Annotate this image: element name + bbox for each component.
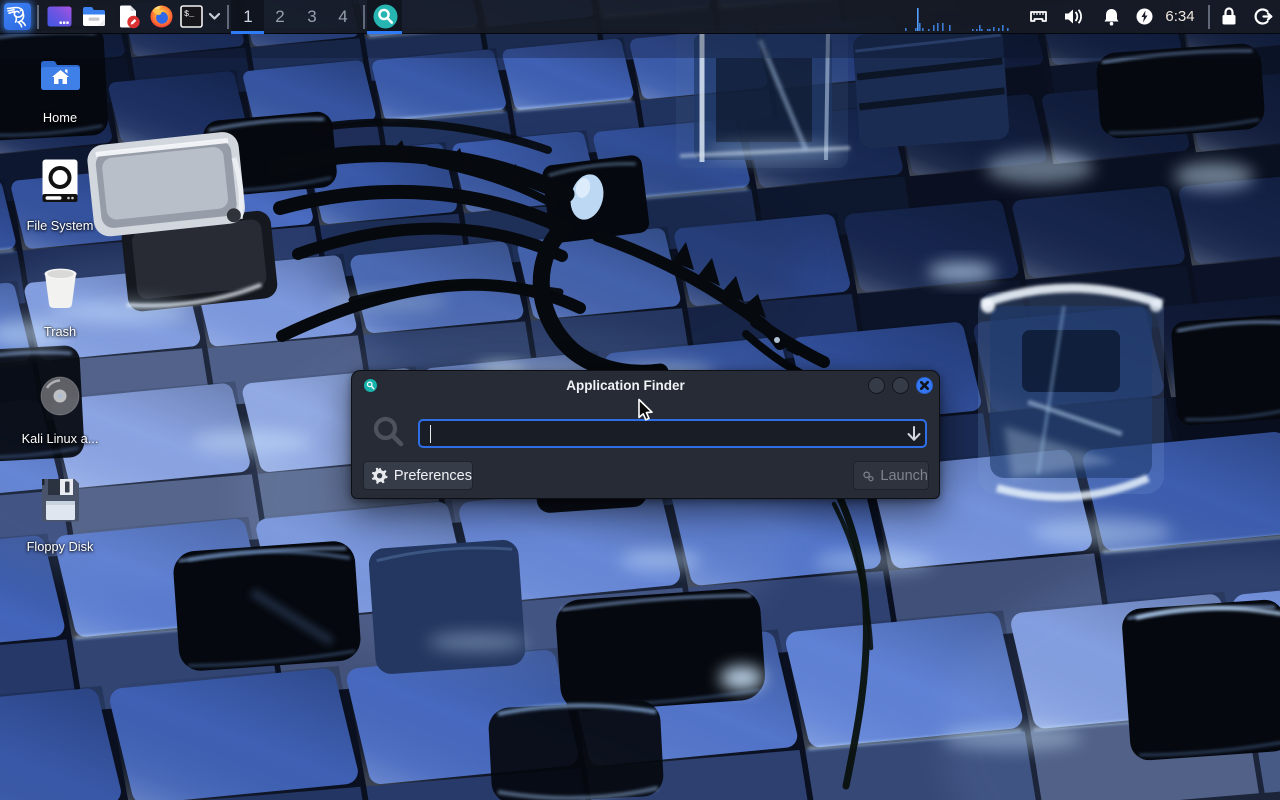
svg-text:$_: $_: [184, 9, 195, 19]
